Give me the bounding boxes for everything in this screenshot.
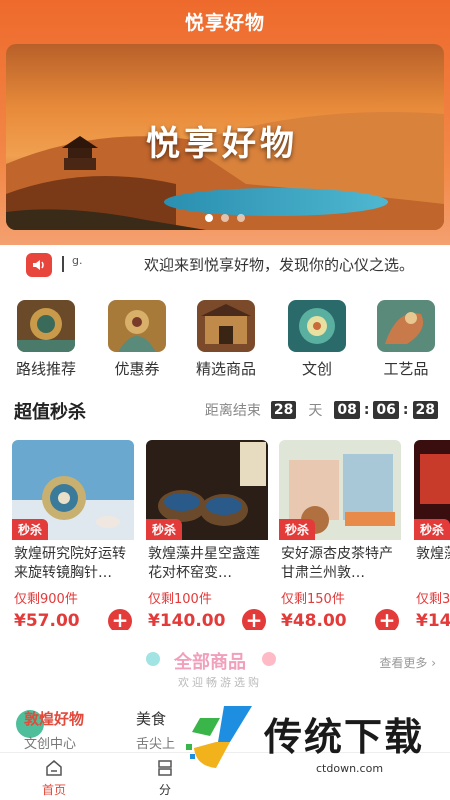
countdown-minutes: 06 <box>373 401 399 419</box>
nav-label: 首页 <box>42 783 67 797</box>
category-label: 路线推荐 <box>15 360 76 378</box>
tab-title: 美食 <box>136 710 167 728</box>
flash-sale-title: 超值秒杀 <box>14 402 86 423</box>
nav-label: 分 <box>158 783 171 797</box>
creative-thumbnail <box>288 300 346 352</box>
countdown-label: 距离结束 <box>204 403 261 419</box>
notice-divider <box>62 256 64 272</box>
product-price: ¥57.00 <box>14 611 80 630</box>
nav-category[interactable]: 分 <box>156 759 174 798</box>
product-stock: 仅剩900件 <box>14 592 78 607</box>
flash-sale-header: 超值秒杀 距离结束 28 天 08 : 06 : 28 <box>0 396 450 426</box>
tab-subtitle: 舌尖上 <box>136 737 176 752</box>
flash-sale-badge: 秒杀 <box>146 519 183 540</box>
flash-sale-badge: 秒杀 <box>279 519 316 540</box>
all-goods-subtitle: 欢迎畅游选购 <box>178 676 262 689</box>
category-grid: 路线推荐 优惠券 精选商品 文创 工艺品 <box>0 300 450 380</box>
header: 悦享好物 悦享好物 <box>0 0 450 245</box>
countdown-separator: : <box>363 402 370 418</box>
countdown-seconds: 28 <box>412 401 438 419</box>
tab-food[interactable]: 美食 舌尖上 <box>136 708 175 752</box>
flash-sale-list[interactable]: 秒杀 敦煌研究院好运转来旋转镜胸针… 仅剩900件 ¥57.00 + 秒杀 敦煌… <box>0 440 450 630</box>
product-price: ¥14… <box>416 611 450 630</box>
app-title: 悦享好物 <box>184 12 265 34</box>
category-coupon[interactable]: 优惠券 <box>99 300 175 379</box>
product-image: 秒杀 <box>414 440 450 540</box>
countdown-separator: : <box>402 402 409 418</box>
nav-home[interactable]: 首页 <box>42 759 66 798</box>
carousel-dot[interactable] <box>205 214 213 222</box>
product-name: 敦煌藻井金属… <box>416 546 450 562</box>
product-name: 敦煌藻井星空盏莲花对杯窑变… <box>148 546 260 581</box>
product-price: ¥48.00 <box>281 611 347 630</box>
craft-thumbnail <box>377 300 435 352</box>
all-goods-header: 全部商品 欢迎畅游选购 查看更多 › <box>0 640 450 689</box>
category-icon <box>156 759 174 777</box>
product-card[interactable]: 秒杀 敦煌藻井金属… 仅剩3… ¥14… <box>414 440 450 630</box>
product-name: 敦煌研究院好运转来旋转镜胸针… <box>14 546 126 581</box>
countdown-days: 28 <box>270 401 297 419</box>
product-stock: 仅剩150件 <box>281 592 345 607</box>
tab-title: 敦煌好物 <box>24 710 85 728</box>
chevron-right-icon: › <box>431 656 436 670</box>
product-card[interactable]: 秒杀 敦煌藻井星空盏莲花对杯窑变… 仅剩100件 ¥140.00 + <box>146 440 268 630</box>
banner-carousel[interactable]: 悦享好物 <box>6 44 444 230</box>
add-to-cart-button[interactable]: + <box>242 609 266 630</box>
route-thumbnail <box>17 300 75 352</box>
banner-headline: 悦享好物 <box>146 124 298 164</box>
home-icon <box>45 759 63 777</box>
category-craft[interactable]: 工艺品 <box>368 300 444 379</box>
watermark: 传统下载 ctdown.com <box>186 702 426 778</box>
countdown: 距离结束 28 天 08 : 06 : 28 <box>205 400 438 420</box>
category-featured[interactable]: 精选商品 <box>188 300 264 379</box>
see-more-link[interactable]: 查看更多 › <box>379 654 436 671</box>
category-label: 优惠券 <box>114 360 160 378</box>
flash-sale-badge: 秒杀 <box>12 519 49 540</box>
category-label: 工艺品 <box>383 360 429 378</box>
countdown-hours: 08 <box>334 401 360 419</box>
product-stock: 仅剩3… <box>416 592 450 607</box>
carousel-dot[interactable] <box>237 214 245 222</box>
notice-bar[interactable]: g. 欢迎来到悦享好物，发现你的心仪之选。 <box>0 245 450 285</box>
add-to-cart-button[interactable]: + <box>108 609 132 630</box>
tab-dunhuang[interactable]: 敦煌好物 文创中心 <box>24 708 84 752</box>
carousel-indicator <box>6 214 444 222</box>
tab-subtitle: 文创中心 <box>24 737 77 752</box>
flash-sale-badge: 秒杀 <box>414 519 450 540</box>
watermark-text: 传统下载 <box>264 715 425 759</box>
product-card[interactable]: 秒杀 敦煌研究院好运转来旋转镜胸针… 仅剩900件 ¥57.00 + <box>12 440 134 630</box>
product-price: ¥140.00 <box>148 611 226 630</box>
countdown-day-unit: 天 <box>308 403 323 419</box>
featured-thumbnail <box>197 300 255 352</box>
category-route[interactable]: 路线推荐 <box>8 300 84 379</box>
category-creative[interactable]: 文创 <box>279 300 355 379</box>
notice-marker: g. <box>72 254 83 267</box>
speaker-icon <box>26 253 52 277</box>
product-image: 秒杀 <box>279 440 401 540</box>
product-card[interactable]: 秒杀 安好源杏皮茶特产甘肃兰州敦… 仅剩150件 ¥48.00 + <box>279 440 401 630</box>
see-more-label: 查看更多 <box>379 656 428 670</box>
product-image: 秒杀 <box>12 440 134 540</box>
watermark-logo <box>186 706 252 768</box>
product-stock: 仅剩100件 <box>148 592 212 607</box>
add-to-cart-button[interactable]: + <box>375 609 399 630</box>
product-image: 秒杀 <box>146 440 268 540</box>
coupon-thumbnail <box>108 300 166 352</box>
watermark-url: ctdown.com <box>316 762 384 775</box>
category-label: 文创 <box>301 360 332 378</box>
product-name: 安好源杏皮茶特产甘肃兰州敦… <box>281 546 393 581</box>
all-goods-title: 全部商品 <box>174 652 246 673</box>
notice-text: 欢迎来到悦享好物，发现你的心仪之选。 <box>144 256 415 274</box>
carousel-dot[interactable] <box>221 214 229 222</box>
category-label: 精选商品 <box>195 360 256 378</box>
